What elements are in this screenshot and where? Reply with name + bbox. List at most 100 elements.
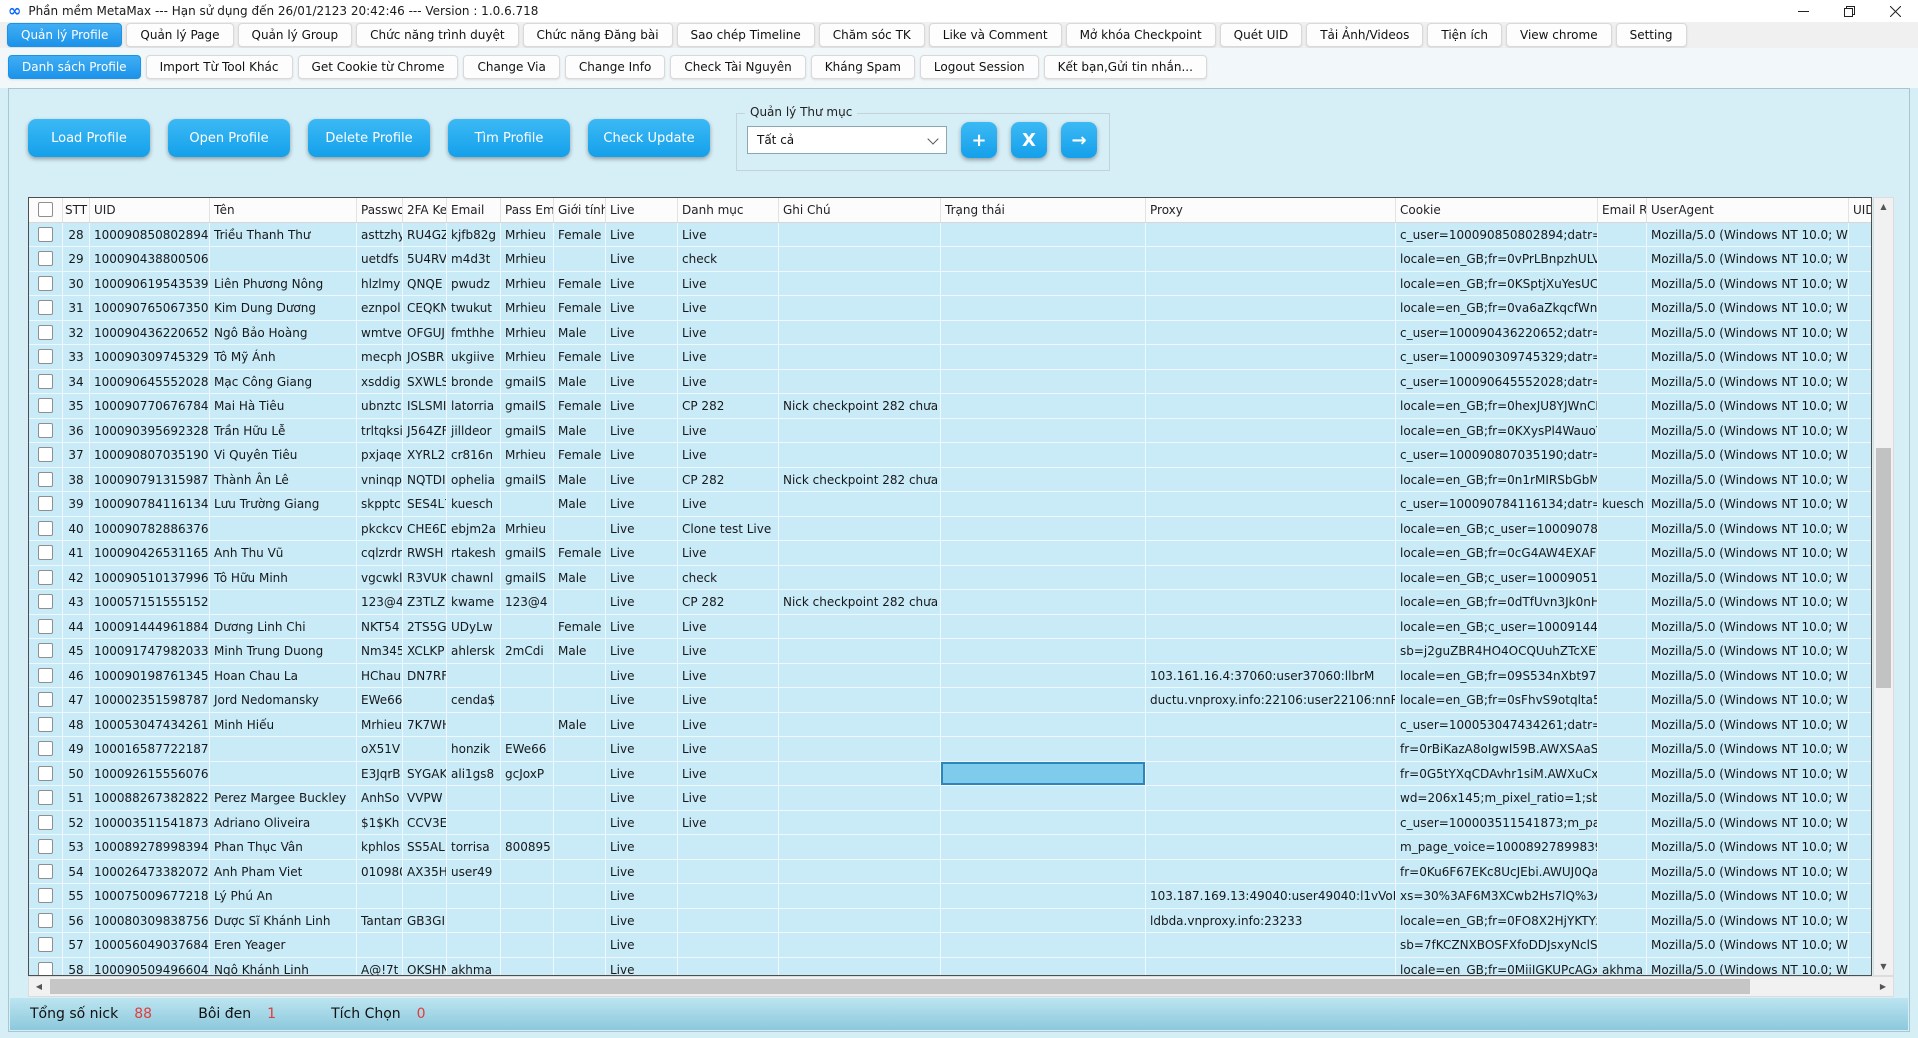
cell-passem[interactable]: 2mCdi — [501, 639, 554, 664]
cell-emailr[interactable] — [1598, 566, 1647, 591]
cell-gender[interactable]: Male — [554, 419, 606, 444]
cell-trangthai[interactable] — [941, 811, 1146, 836]
cell-ghichu[interactable] — [779, 321, 941, 346]
row-checkbox-box[interactable] — [38, 374, 53, 389]
cell-uidt[interactable] — [1849, 615, 1872, 640]
cell-trangthai[interactable] — [941, 394, 1146, 419]
cell-emailr[interactable] — [1598, 223, 1647, 248]
cell-uid[interactable]: 100090438800506 — [90, 247, 210, 272]
cell-cookie[interactable]: locale=en_GB;fr=0n1rMIRSbGbMPj — [1396, 468, 1598, 493]
column-header-stt[interactable]: STT — [63, 198, 90, 222]
scroll-up-icon[interactable]: ▲ — [1874, 198, 1893, 215]
cell-proxy[interactable] — [1146, 541, 1396, 566]
cell-ghichu[interactable] — [779, 345, 941, 370]
cell-useragent[interactable]: Mozilla/5.0 (Windows NT 10.0; Win — [1647, 517, 1849, 542]
cell-useragent[interactable]: Mozilla/5.0 (Windows NT 10.0; Win — [1647, 615, 1849, 640]
cell-passem[interactable]: Mrhieu — [501, 247, 554, 272]
cell-password[interactable] — [357, 933, 403, 958]
cell-trangthai[interactable] — [941, 713, 1146, 738]
cell-live[interactable]: Live — [606, 762, 678, 787]
cell-passem[interactable]: Mrhieu — [501, 272, 554, 297]
cell-danhmuc[interactable]: Live — [678, 786, 779, 811]
cell-password[interactable]: uetdfs — [357, 247, 403, 272]
cell-emailr[interactable] — [1598, 860, 1647, 885]
cell-fa2[interactable]: 7K7WH — [403, 713, 447, 738]
cell-ten[interactable]: Minh Hiếu — [210, 713, 357, 738]
cell-trangthai[interactable] — [941, 566, 1146, 591]
cell-ghichu[interactable] — [779, 566, 941, 591]
cell-proxy[interactable] — [1146, 419, 1396, 444]
cell-uidt[interactable] — [1849, 296, 1872, 321]
cell-useragent[interactable]: Mozilla/5.0 (Windows NT 10.0; Win — [1647, 639, 1849, 664]
cell-trangthai[interactable] — [941, 933, 1146, 958]
minimize-button[interactable] — [1780, 0, 1826, 22]
cell-gender[interactable] — [554, 762, 606, 787]
cell-danhmuc[interactable]: Live — [678, 737, 779, 762]
cell-proxy[interactable]: 103.187.169.13:49040:user49040:l1vVoN9f6… — [1146, 884, 1396, 909]
cell-uidt[interactable] — [1849, 517, 1872, 542]
cell-stt[interactable]: 40 — [63, 517, 90, 542]
cell-uid[interactable]: 100090782886376 — [90, 517, 210, 542]
cell-danhmuc[interactable]: check — [678, 566, 779, 591]
cell-cookie[interactable]: locale=en_GB;c_user=10009051013 — [1396, 566, 1598, 591]
cell-uid[interactable]: 100088267382822 — [90, 786, 210, 811]
cell-danhmuc[interactable] — [678, 909, 779, 934]
cell-gender[interactable] — [554, 860, 606, 885]
row-checkbox[interactable] — [29, 345, 63, 370]
cell-email[interactable] — [447, 884, 501, 909]
cell-gender[interactable]: Male — [554, 468, 606, 493]
row-checkbox-box[interactable] — [38, 496, 53, 511]
cell-fa2[interactable]: 2TS5G — [403, 615, 447, 640]
cell-fa2[interactable]: ISLSMI — [403, 394, 447, 419]
cell-fa2[interactable]: CHE6D — [403, 517, 447, 542]
cell-email[interactable]: fmthhe — [447, 321, 501, 346]
row-checkbox[interactable] — [29, 958, 63, 977]
cell-gender[interactable] — [554, 933, 606, 958]
main-tab-t-i-nh-videos[interactable]: Tải Ảnh/Videos — [1306, 23, 1423, 47]
row-checkbox[interactable] — [29, 786, 63, 811]
cell-cookie[interactable]: locale=en_GB;fr=0cG4AW4EXAFD5 — [1396, 541, 1598, 566]
cell-proxy[interactable]: ductu.vnproxy.info:22106:user22106:nnRND — [1146, 688, 1396, 713]
main-tab-ti-n-ch[interactable]: Tiện ích — [1427, 23, 1502, 47]
cell-ten[interactable] — [210, 247, 357, 272]
cell-email[interactable]: kuesch — [447, 492, 501, 517]
cell-passem[interactable]: Mrhieu — [501, 223, 554, 248]
delete-profile-button[interactable]: Delete Profile — [308, 119, 430, 157]
cell-live[interactable]: Live — [606, 541, 678, 566]
cell-uidt[interactable] — [1849, 713, 1872, 738]
cell-fa2[interactable]: JOSBR — [403, 345, 447, 370]
cell-proxy[interactable] — [1146, 370, 1396, 395]
row-checkbox-box[interactable] — [38, 766, 53, 781]
cell-live[interactable]: Live — [606, 566, 678, 591]
cell-live[interactable]: Live — [606, 370, 678, 395]
cell-email[interactable]: ukgiive — [447, 345, 501, 370]
cell-fa2[interactable]: RWSH — [403, 541, 447, 566]
cell-passem[interactable] — [501, 909, 554, 934]
cell-stt[interactable]: 35 — [63, 394, 90, 419]
cell-passem[interactable] — [501, 933, 554, 958]
cell-passem[interactable]: EWe66 — [501, 737, 554, 762]
cell-proxy[interactable] — [1146, 492, 1396, 517]
cell-emailr[interactable] — [1598, 394, 1647, 419]
cell-danhmuc[interactable]: Live — [678, 664, 779, 689]
cell-live[interactable]: Live — [606, 786, 678, 811]
cell-danhmuc[interactable]: Live — [678, 688, 779, 713]
cell-password[interactable]: vninqp — [357, 468, 403, 493]
cell-ten[interactable]: Lưu Trường Giang — [210, 492, 357, 517]
cell-live[interactable]: Live — [606, 321, 678, 346]
cell-proxy[interactable] — [1146, 517, 1396, 542]
cell-passem[interactable] — [501, 811, 554, 836]
row-checkbox-box[interactable] — [38, 594, 53, 609]
cell-email[interactable]: cenda$ — [447, 688, 501, 713]
cell-stt[interactable]: 48 — [63, 713, 90, 738]
cell-cookie[interactable]: locale=en_GB;fr=0MiiIGKUPcAGxH — [1396, 958, 1598, 977]
cell-password[interactable]: pxjaqe — [357, 443, 403, 468]
cell-uid[interactable]: 100003511541873 — [90, 811, 210, 836]
cell-trangthai[interactable] — [941, 223, 1146, 248]
cell-ghichu[interactable] — [779, 615, 941, 640]
cell-passem[interactable]: Mrhieu — [501, 321, 554, 346]
cell-ghichu[interactable] — [779, 909, 941, 934]
cell-uid[interactable]: 100057151555152 — [90, 590, 210, 615]
row-checkbox-box[interactable] — [38, 349, 53, 364]
cell-emailr[interactable] — [1598, 639, 1647, 664]
